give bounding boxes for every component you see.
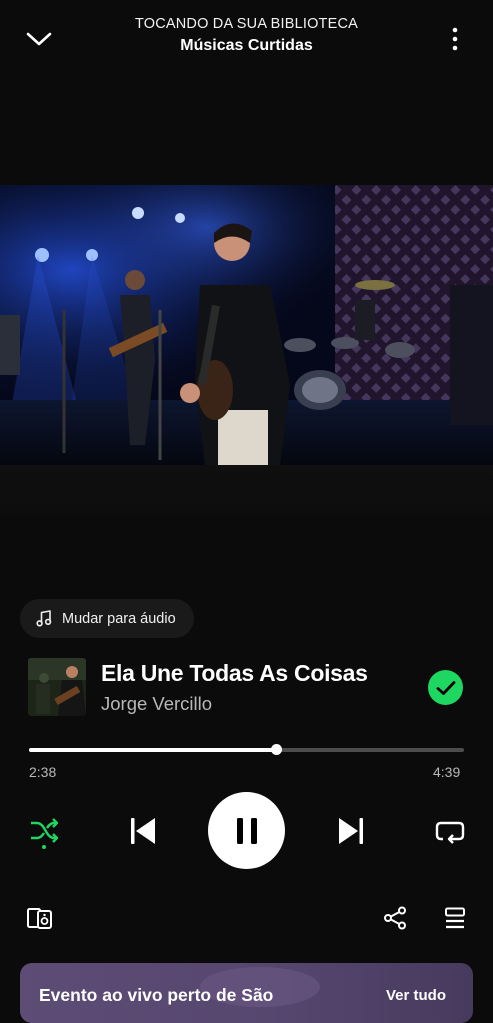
share-button[interactable] (380, 902, 410, 934)
video-player[interactable] (0, 185, 493, 465)
concert-video-frame (0, 185, 493, 465)
pause-button[interactable] (208, 792, 285, 869)
progress-fill (29, 748, 277, 752)
liked-button[interactable] (428, 670, 463, 705)
playing-context: TOCANDO DA SUA BIBLIOTECA Músicas Curtid… (70, 16, 423, 55)
see-all-button[interactable]: Ver tudo (386, 987, 446, 1004)
context-label: TOCANDO DA SUA BIBLIOTECA (134, 16, 359, 32)
switch-to-audio-button[interactable]: Mudar para áudio (20, 599, 194, 638)
queue-icon (445, 907, 465, 929)
total-time: 4:39 (433, 764, 461, 780)
switch-to-audio-label: Mudar para áudio (62, 610, 176, 627)
pause-icon (236, 817, 257, 844)
live-event-card[interactable]: Evento ao vivo perto de São Ver tudo (20, 963, 473, 1023)
elapsed-time: 2:38 (29, 764, 57, 780)
queue-button[interactable] (440, 902, 470, 934)
next-track-button[interactable] (330, 810, 372, 852)
repeat-button[interactable] (430, 810, 470, 852)
track-title[interactable]: Ela Une Todas As Coisas (101, 660, 368, 687)
track-artwork (28, 658, 86, 716)
devices-icon (27, 908, 52, 929)
track-artist[interactable]: Jorge Vercillo (101, 693, 212, 715)
share-icon (384, 906, 406, 930)
context-title[interactable]: Músicas Curtidas (70, 37, 423, 55)
event-card-title: Evento ao vivo perto de São (39, 985, 274, 1005)
check-icon (436, 680, 455, 695)
connect-device-button[interactable] (24, 902, 56, 934)
more-vertical-icon (452, 27, 458, 51)
skip-previous-icon (131, 818, 155, 844)
album-thumbnail[interactable] (28, 658, 86, 716)
progress-handle[interactable] (271, 744, 283, 755)
previous-track-button[interactable] (122, 810, 164, 852)
music-note-icon (36, 610, 52, 627)
collapse-button[interactable] (22, 24, 56, 54)
more-options-button[interactable] (440, 22, 470, 56)
chevron-down-icon (26, 32, 52, 46)
repeat-icon (435, 821, 465, 844)
skip-next-icon (339, 818, 363, 844)
shuffle-button[interactable] (24, 810, 64, 854)
video-bottom-area (0, 465, 493, 515)
shuffle-icon (31, 818, 59, 849)
